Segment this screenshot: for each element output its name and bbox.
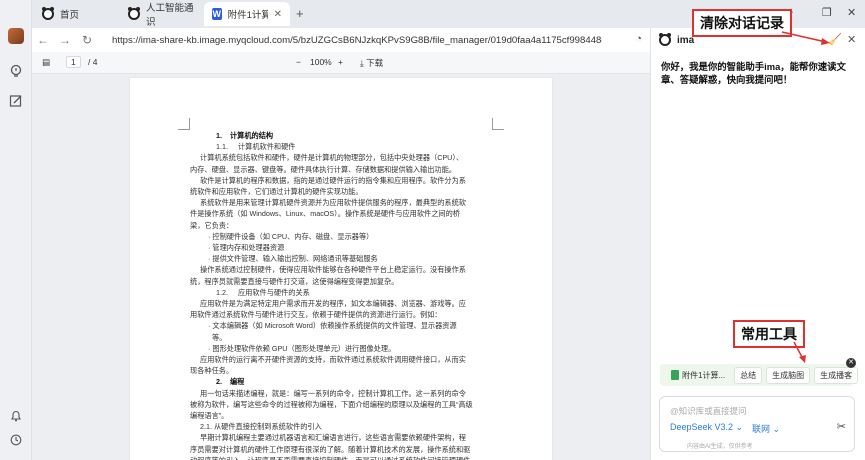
common-tools-row: 附件1计算... 总结 生成脑图 生成播客 bbox=[660, 364, 859, 386]
page-total: / 4 bbox=[88, 57, 98, 67]
document-line: 动程序等的引入，让程序员不再需要直接控制硬件，而是可以通过系统软件间接管理硬件 bbox=[190, 455, 490, 460]
document-line: 1. 计算机的结构 bbox=[216, 131, 274, 140]
tab-label: 首页 bbox=[60, 10, 80, 21]
close-window-icon[interactable]: ✕ bbox=[847, 6, 856, 19]
clock-icon[interactable] bbox=[8, 434, 24, 450]
document-line: · 文本编辑器（如 Microsoft Word）依赖操作系统提供的文件管理、显… bbox=[208, 321, 457, 331]
callout-arrow bbox=[793, 341, 806, 363]
podcast-button[interactable]: 生成播客 bbox=[814, 366, 859, 384]
tab-document[interactable]: W 附件1计算机基 ✕ bbox=[204, 2, 290, 26]
greeting-message: 你好，我是你的智能助手ima，能帮你速读文章、答疑解惑，快向我提问吧！ bbox=[661, 61, 846, 85]
document-line: 现各种任务。 bbox=[190, 366, 234, 376]
attached-file-chip[interactable]: 附件1计算... bbox=[666, 368, 730, 383]
document-line: 计算机系统包括软件和硬件，硬件是计算机的物理部分，包括中央处理器（CPU）、 bbox=[200, 153, 464, 163]
download-button[interactable]: ⤓ 下载 bbox=[360, 57, 383, 69]
document-line: 软件是计算机的程序和数据，指的是通过硬件运行的指令集和应用程序。软件分为系 bbox=[200, 175, 466, 185]
input-placeholder: @知识库或直接提问 bbox=[670, 406, 747, 416]
restore-icon[interactable]: ❐ bbox=[822, 6, 832, 19]
sidebar-toggle-icon[interactable]: ▤ bbox=[42, 57, 50, 68]
document-line: 被称为软件，编写这些命令的过程被称为编程，下面介绍编程的原理以及编程的工具“高级 bbox=[190, 399, 473, 409]
document-line: · 提供文件管理、输入输出控制、网络通讯等基础服务 bbox=[208, 254, 378, 264]
file-icon bbox=[671, 370, 679, 380]
crop-mark bbox=[492, 118, 504, 130]
page-number-input[interactable]: 1 bbox=[66, 56, 81, 68]
callout-clear-history: 清除对话记录 bbox=[692, 9, 792, 37]
document-line: 1.1. 计算机软件和硬件 bbox=[216, 142, 296, 152]
crop-mark bbox=[178, 118, 190, 130]
web-search-toggle[interactable]: 联网 ⌄ bbox=[752, 422, 780, 435]
zoom-level[interactable]: 100% bbox=[310, 57, 332, 67]
document-line: 1.2. 应用软件与硬件的关系 bbox=[216, 287, 310, 297]
document-line: · 图形处理软件依赖 GPU（图形处理单元）进行图像处理。 bbox=[208, 343, 396, 353]
document-line: · 管理内存和处理器资源 bbox=[208, 243, 285, 253]
panda-icon bbox=[128, 7, 140, 20]
address-bar: ← → ↻ https://ima-share-kb.image.myqclou… bbox=[32, 28, 650, 52]
edit-icon[interactable] bbox=[8, 94, 24, 110]
document-line: 统软件和应用软件，它们通过计算机的硬件实现功能。 bbox=[190, 187, 363, 197]
tab-home[interactable]: 首页 bbox=[34, 2, 118, 26]
close-tab-icon[interactable]: ✕ bbox=[274, 9, 282, 20]
document-line: 2. 编程 bbox=[216, 377, 245, 387]
back-icon[interactable]: ← bbox=[32, 33, 54, 47]
document-line: 用软件通过系统软件与硬件进行交互，依赖于硬件提供的资源进行运行。例如： bbox=[190, 310, 442, 320]
tab-label: 附件1计算机基 bbox=[227, 10, 268, 21]
document-line: 统，程序员就需要直接与硬件打交道，这使得编程变得更加复杂。 bbox=[190, 276, 399, 286]
document-line: 用一句话来描述编程，就是：编写一系列的命令，控制计算机工作。这一系列的命令 bbox=[200, 388, 466, 398]
document-line: 件是操作系统（如 Windows、Linux、macOS）。操作系统是硬件与应用… bbox=[190, 209, 460, 219]
document-body: 1. 计算机的结构 1.1. 计算机软件和硬件 计算机系统包括软件和硬件，硬件是计算… bbox=[190, 130, 490, 460]
bell-icon[interactable] bbox=[8, 410, 24, 426]
mindmap-button[interactable]: 生成脑图 bbox=[766, 366, 811, 384]
summary-button[interactable]: 总结 bbox=[734, 366, 763, 384]
document-line: 等。 bbox=[212, 332, 227, 342]
document-line: 操作系统通过控制硬件，使得应用软件能够在各种硬件平台上稳定运行。没有操作系 bbox=[200, 265, 466, 275]
document-line: · 控制硬件设备（如 CPU、内存、磁盘、显示器等） bbox=[208, 231, 374, 241]
document-line: 系统软件是用来管理计算机硬件资源并为应用软件提供服务的程序，最典型的系统软 bbox=[200, 198, 466, 208]
refresh-icon[interactable]: ↻ bbox=[76, 33, 98, 47]
pdf-viewer[interactable]: 1. 计算机的结构 1.1. 计算机软件和硬件 计算机系统包括软件和硬件，硬件是计算… bbox=[32, 74, 650, 460]
document-line: 序员需要对计算机的硬件工作原理有很深的了解。随着计算机技术的发展，操作系统和驱 bbox=[190, 444, 471, 454]
word-icon: W bbox=[212, 8, 222, 20]
url-field[interactable]: https://ima-share-kb.image.myqcloud.com/… bbox=[112, 35, 602, 46]
scissors-icon[interactable]: ✂ bbox=[837, 420, 846, 433]
tab-ai-course[interactable]: 人工智能通识 bbox=[120, 2, 204, 28]
lightbulb-icon[interactable] bbox=[8, 64, 24, 80]
avatar[interactable] bbox=[8, 28, 24, 44]
document-line: 早期计算机编程主要通过机器语言和汇编语言进行，这些语言需要依赖硬件架构，程 bbox=[200, 433, 466, 443]
zoom-in-button[interactable]: + bbox=[338, 57, 343, 67]
app-rail bbox=[0, 0, 32, 460]
document-line: 编程语言”。 bbox=[190, 411, 229, 421]
ai-disclaimer: 内容由AI生成，仅供参考 bbox=[687, 444, 753, 450]
extension-icon[interactable]: ◔ bbox=[635, 33, 642, 45]
callout-arrow bbox=[781, 31, 830, 45]
forward-icon[interactable]: → bbox=[54, 33, 76, 47]
document-line: 应用软件是为满足特定用户需求而开发的程序，如文本编辑器、浏览器、游戏等。应 bbox=[200, 299, 466, 309]
document-page: 1. 计算机的结构 1.1. 计算机软件和硬件 计算机系统包括软件和硬件，硬件是计算… bbox=[130, 78, 552, 460]
document-line: 2.1. 从硬件直接控制到系统软件的引入 bbox=[200, 422, 322, 432]
document-line: 梁，它负责： bbox=[190, 220, 234, 230]
download-label: 下载 bbox=[366, 58, 384, 68]
tab-label: 人工智能通识 bbox=[146, 3, 194, 28]
panda-icon bbox=[659, 33, 671, 46]
document-line: 内存、硬盘、显示器、键盘等。硬件具体执行计算、存储数据和提供输入输出功能。 bbox=[190, 164, 456, 174]
document-line: 应用软件的运行离不开硬件资源的支持，而软件通过系统软件调用硬件接口，从而实 bbox=[200, 355, 466, 365]
close-panel-icon[interactable]: ✕ bbox=[847, 33, 856, 46]
model-selector[interactable]: DeepSeek V3.2 ⌄ bbox=[670, 422, 743, 433]
zoom-out-button[interactable]: − bbox=[296, 57, 301, 67]
panda-icon bbox=[42, 7, 54, 20]
new-tab-button[interactable]: + bbox=[296, 6, 304, 21]
attached-file-label: 附件1计算... bbox=[682, 370, 726, 380]
close-tools-icon[interactable]: ✕ bbox=[846, 358, 856, 368]
pdf-toolbar: ▤ 1 / 4 − 100% + ⤓ 下载 bbox=[32, 52, 650, 74]
